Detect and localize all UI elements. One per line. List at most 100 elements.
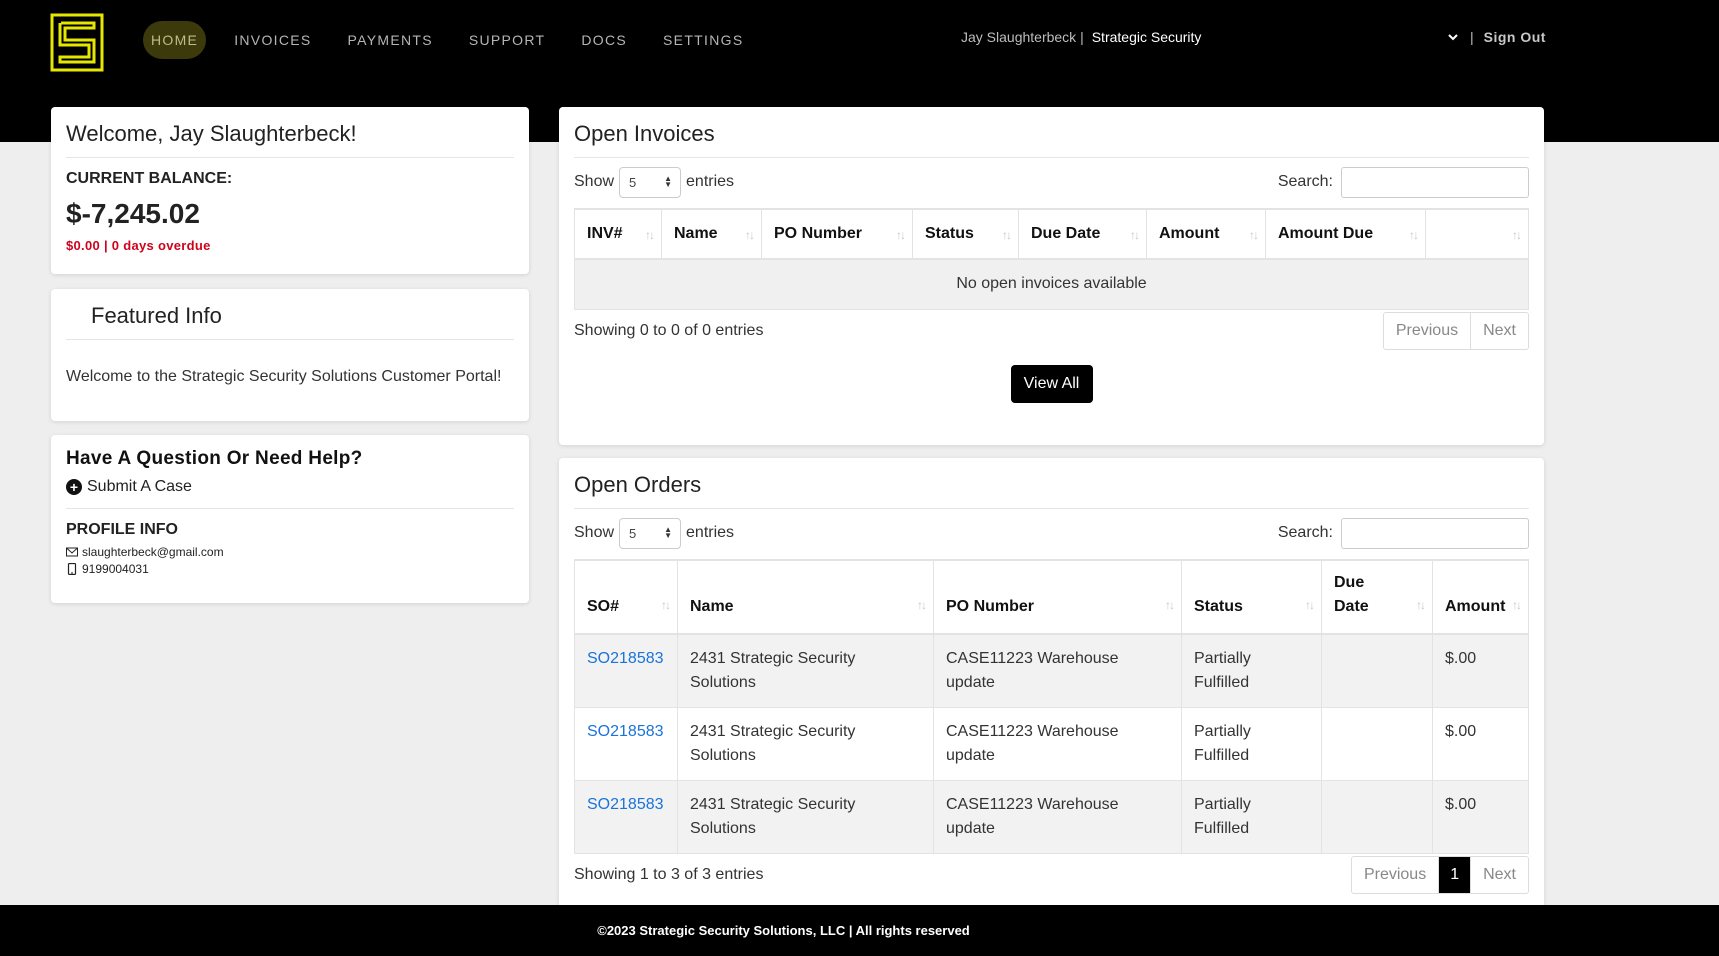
sort-icon: ↑↓ bbox=[1165, 598, 1175, 612]
col-name[interactable]: Name ↑↓ bbox=[677, 559, 934, 635]
email-text: slaughterbeck@gmail.com bbox=[82, 545, 224, 559]
col-label: Status bbox=[925, 225, 974, 242]
orders-footer: Showing 1 to 3 of 3 entries Previous 1 N… bbox=[574, 855, 1529, 894]
overdue-text: $0.00 | 0 days overdue bbox=[66, 238, 211, 253]
sort-icon: ↑↓ bbox=[645, 228, 655, 242]
featured-text: Welcome to the Strategic Security Soluti… bbox=[66, 368, 502, 385]
col-inv[interactable]: INV# ↑↓ bbox=[574, 208, 662, 260]
nav-settings[interactable]: SETTINGS bbox=[655, 21, 751, 59]
help-card: Have A Question Or Need Help? + Submit A… bbox=[51, 435, 529, 603]
col-amount[interactable]: Amount ↑↓ bbox=[1146, 208, 1266, 260]
col-due-date[interactable]: Due Date ↑↓ bbox=[1321, 559, 1433, 635]
sort-icon: ↑↓ bbox=[1409, 228, 1419, 242]
company-name[interactable]: Strategic Security bbox=[1092, 29, 1202, 45]
previous-button[interactable]: Previous bbox=[1352, 857, 1438, 893]
submit-case-label: Submit A Case bbox=[87, 478, 192, 495]
so-link[interactable]: SO218583 bbox=[587, 650, 664, 667]
profile-email: slaughterbeck@gmail.com bbox=[66, 545, 514, 559]
open-orders-card: Open Orders Show 5 ▲ ▼ entries Search: SO… bbox=[559, 458, 1544, 908]
separator: | bbox=[1470, 29, 1474, 45]
po-cell: CASE11223 Warehouse update bbox=[933, 634, 1182, 708]
name-cell: 2431 Strategic Security Solutions bbox=[677, 707, 934, 781]
table-row: SO218583 2431 Strategic Security Solutio… bbox=[574, 780, 1529, 854]
open-invoices-title: Open Invoices bbox=[574, 121, 1529, 158]
nav-payments[interactable]: PAYMENTS bbox=[340, 21, 441, 59]
next-button[interactable]: Next bbox=[1470, 856, 1528, 893]
plus-circle-icon: + bbox=[66, 479, 82, 495]
col-label: SO# bbox=[587, 598, 620, 615]
balance-label: CURRENT BALANCE: bbox=[66, 170, 233, 187]
chevron-down-icon[interactable] bbox=[1446, 30, 1460, 44]
orders-page-size-select[interactable]: 5 ▲ ▼ bbox=[619, 517, 682, 549]
page-footer: ©2023 Strategic Security Solutions, LLC … bbox=[0, 905, 1719, 956]
orders-search-input[interactable] bbox=[1341, 517, 1529, 549]
nav-home[interactable]: HOME bbox=[143, 21, 207, 59]
search-label: Search: bbox=[1277, 173, 1333, 190]
nav-invoices[interactable]: INVOICES bbox=[226, 21, 319, 59]
col-due-date[interactable]: Due Date ↑↓ bbox=[1018, 208, 1147, 260]
invoices-info: Showing 0 to 0 of 0 entries bbox=[574, 321, 764, 339]
due-cell bbox=[1321, 707, 1433, 781]
sort-icon: ↑↓ bbox=[1416, 598, 1426, 612]
page-1-button[interactable]: 1 bbox=[1438, 856, 1471, 893]
col-po-number[interactable]: PO Number ↑↓ bbox=[761, 208, 913, 260]
invoices-length: Show 5 ▲ ▼ entries bbox=[574, 166, 734, 198]
sign-out-link[interactable]: Sign Out bbox=[1484, 29, 1546, 45]
po-cell: CASE11223 Warehouse update bbox=[933, 780, 1182, 854]
col-status[interactable]: Status ↑↓ bbox=[912, 208, 1019, 260]
invoices-page-size-select[interactable]: 5 ▲ ▼ bbox=[619, 166, 682, 198]
top-navbar: HOME INVOICES PAYMENTS SUPPORT DOCS SETT… bbox=[0, 0, 1719, 78]
sort-icon: ↑↓ bbox=[1305, 598, 1315, 612]
col-actions[interactable]: ↑↓ bbox=[1425, 208, 1529, 260]
welcome-card: Welcome, Jay Slaughterbeck! CURRENT BALA… bbox=[51, 107, 529, 274]
col-po-number[interactable]: PO Number ↑↓ bbox=[933, 559, 1182, 635]
search-label: Search: bbox=[1277, 524, 1333, 541]
sort-icon: ↑↓ bbox=[745, 228, 755, 242]
col-label: INV# bbox=[587, 225, 623, 242]
view-all-button[interactable]: View All bbox=[1010, 364, 1093, 403]
col-amount-due[interactable]: Amount Due ↑↓ bbox=[1265, 208, 1426, 260]
open-invoices-card: Open Invoices Show 5 ▲ ▼ entries Search: … bbox=[559, 107, 1544, 445]
so-cell: SO218583 bbox=[574, 707, 678, 781]
so-cell: SO218583 bbox=[574, 634, 678, 708]
page-size-value: 5 bbox=[629, 174, 637, 190]
col-name[interactable]: Name ↑↓ bbox=[661, 208, 762, 260]
account-controls: | Sign Out bbox=[1446, 29, 1546, 45]
profile-phone: 9199004031 bbox=[66, 562, 514, 576]
welcome-title: Welcome, Jay Slaughterbeck! bbox=[66, 121, 514, 158]
col-label: Due Date bbox=[1334, 574, 1369, 615]
invoices-search: Search: bbox=[1277, 166, 1529, 198]
invoices-table: INV# ↑↓ Name ↑↓ PO Number ↑↓ Status ↑↓ Due D… bbox=[574, 208, 1529, 310]
mobile-phone-icon bbox=[67, 563, 77, 575]
balance-value: $-7,245.02 bbox=[66, 198, 200, 229]
select-arrows-icon: ▲ ▼ bbox=[664, 174, 673, 189]
col-label: PO Number bbox=[946, 598, 1035, 615]
nav-support[interactable]: SUPPORT bbox=[461, 21, 554, 59]
col-amount[interactable]: Amount ↑↓ bbox=[1432, 559, 1529, 635]
s-logo-icon[interactable] bbox=[50, 13, 104, 72]
show-label: Show bbox=[574, 524, 615, 541]
invoices-pagination: Previous Next bbox=[1382, 311, 1529, 350]
sort-icon: ↑↓ bbox=[896, 228, 906, 242]
so-link[interactable]: SO218583 bbox=[587, 796, 664, 813]
entries-label: entries bbox=[686, 524, 735, 541]
sort-icon: ↑↓ bbox=[917, 598, 927, 612]
previous-button[interactable]: Previous bbox=[1384, 313, 1470, 349]
page-size-value: 5 bbox=[629, 525, 637, 541]
next-button[interactable]: Next bbox=[1470, 312, 1528, 349]
col-status[interactable]: Status ↑↓ bbox=[1181, 559, 1322, 635]
invoices-footer: Showing 0 to 0 of 0 entries Previous Nex… bbox=[574, 311, 1529, 350]
submit-case-link[interactable]: + Submit A Case bbox=[66, 478, 514, 509]
col-so[interactable]: SO# ↑↓ bbox=[574, 559, 678, 635]
po-cell: CASE11223 Warehouse update bbox=[933, 707, 1182, 781]
amount-cell: $.00 bbox=[1432, 707, 1529, 781]
invoices-controls: Show 5 ▲ ▼ entries Search: bbox=[574, 166, 1529, 198]
table-row: SO218583 2431 Strategic Security Solutio… bbox=[574, 634, 1529, 708]
so-cell: SO218583 bbox=[574, 780, 678, 854]
col-label: Name bbox=[690, 598, 734, 615]
col-label: Status bbox=[1194, 598, 1243, 615]
help-title: Have A Question Or Need Help? bbox=[66, 448, 363, 469]
nav-docs[interactable]: DOCS bbox=[573, 21, 635, 59]
so-link[interactable]: SO218583 bbox=[587, 723, 664, 740]
invoices-search-input[interactable] bbox=[1341, 166, 1529, 198]
